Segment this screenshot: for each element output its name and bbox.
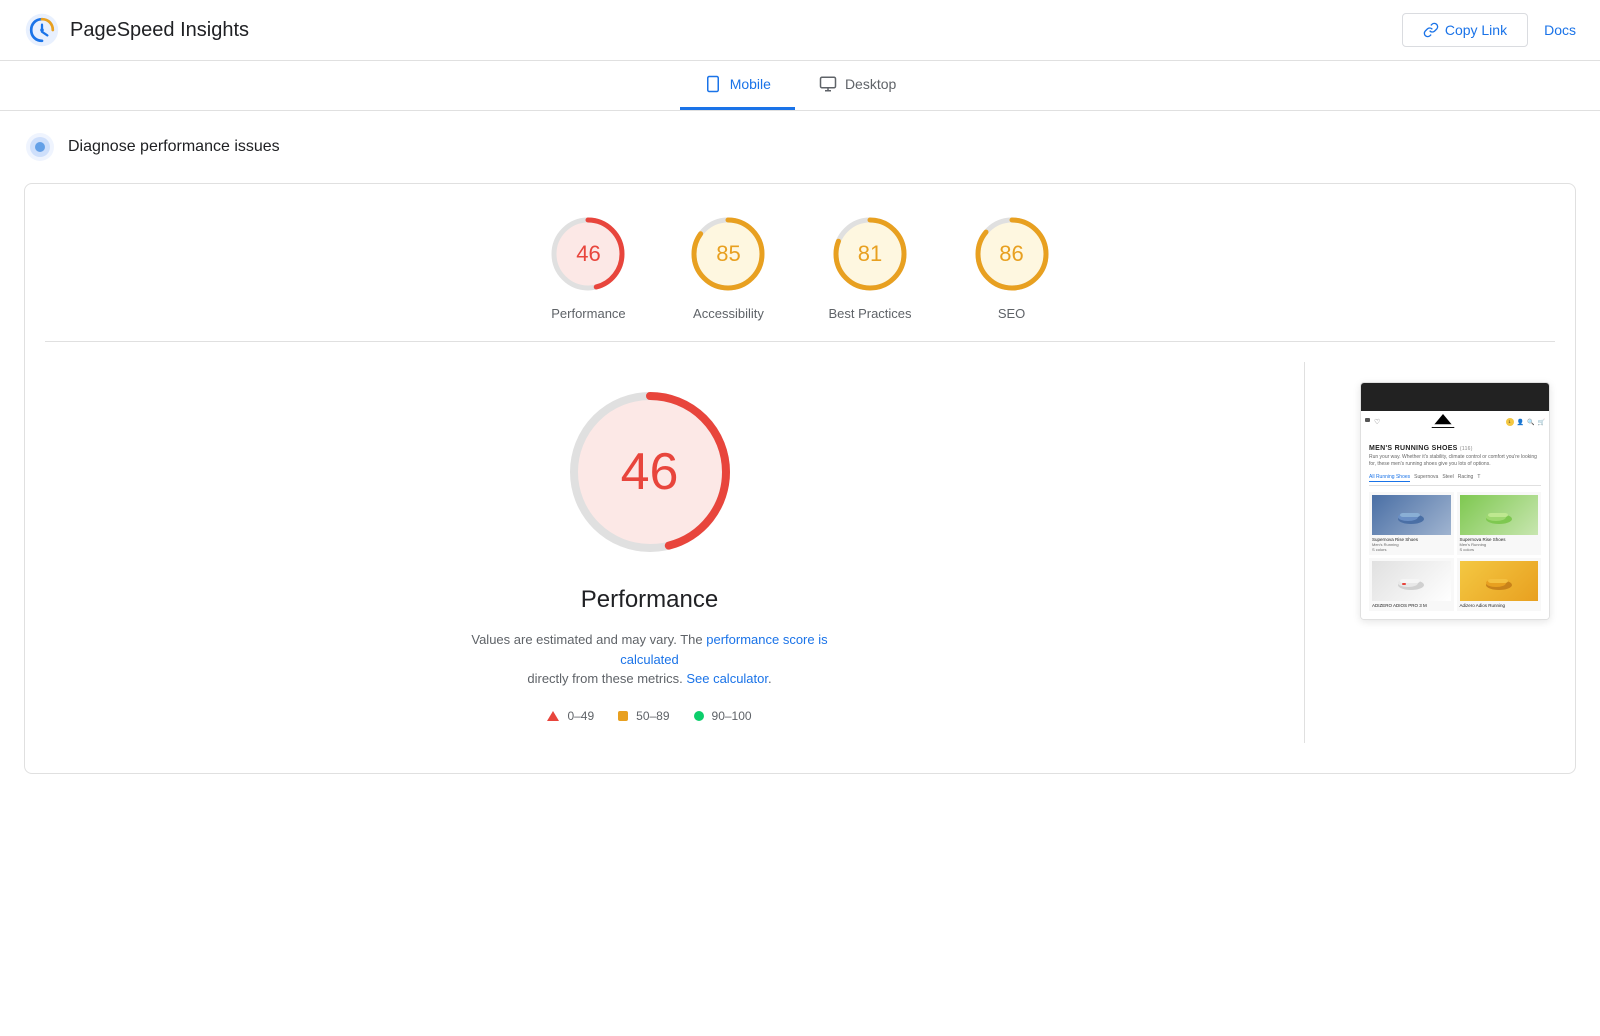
- screenshot-header-bar: [1361, 383, 1549, 411]
- score-item-seo: 86 SEO: [972, 214, 1052, 321]
- see-calculator-link[interactable]: See calculator: [686, 671, 768, 686]
- product-2-image: [1460, 495, 1539, 535]
- screenshot-tab-supernova: Supernova: [1414, 474, 1438, 482]
- screenshot-nav: ♡ 1 👤 🔍 🛒: [1361, 411, 1549, 433]
- performance-label: Performance: [551, 306, 625, 321]
- legend-green: 90–100: [694, 709, 752, 723]
- user-icon: 👤: [1517, 419, 1524, 426]
- adidas-logo: [1431, 414, 1455, 430]
- performance-detail-left: 46 Performance Values are estimated and …: [45, 362, 1254, 743]
- screenshot-nav-right: 1 👤 🔍 🛒: [1506, 418, 1545, 426]
- site-screenshot: ♡ 1 👤 🔍 🛒: [1360, 382, 1550, 620]
- screenshot-product-2: Supernova Rise Shoes Men's Running S col…: [1457, 492, 1542, 555]
- desktop-icon: [819, 75, 837, 93]
- screenshot-product-4: Adizero Adios Running: [1457, 558, 1542, 611]
- search-icon: 🔍: [1527, 419, 1534, 426]
- legend-red: 0–49: [547, 709, 594, 723]
- score-item-performance: 46 Performance: [548, 214, 628, 321]
- app-title: PageSpeed Insights: [70, 19, 249, 42]
- large-performance-circle: 46: [560, 382, 740, 562]
- diagnose-title: Diagnose performance issues: [68, 138, 280, 156]
- legend-orange: 50–89: [618, 709, 669, 723]
- header-left: PageSpeed Insights: [24, 12, 249, 48]
- legend-green-range: 90–100: [712, 709, 752, 723]
- tab-mobile-label: Mobile: [730, 76, 771, 92]
- product-4-image: [1460, 561, 1539, 601]
- copy-link-button[interactable]: Copy Link: [1402, 13, 1528, 47]
- score-item-best-practices: 81 Best Practices: [828, 214, 911, 321]
- screenshot-product-3: ADIZERO ADIOS PRO 3 M: [1369, 558, 1454, 611]
- product-3-image: [1372, 561, 1451, 601]
- link-icon: [1423, 22, 1439, 38]
- product-1-image: [1372, 495, 1451, 535]
- score-item-accessibility: 85 Accessibility: [688, 214, 768, 321]
- tab-desktop-label: Desktop: [845, 76, 896, 92]
- screenshot-tab-more: T: [1477, 474, 1480, 482]
- accessibility-score: 85: [716, 241, 740, 267]
- pagespeed-logo-icon: [24, 12, 60, 48]
- performance-description: Values are estimated and may vary. The p…: [460, 630, 840, 689]
- screenshot-tabs: All Running Shoes Supernova Steel Racing…: [1369, 474, 1541, 486]
- scores-row: 46 Performance 85 Accessibility: [45, 214, 1555, 321]
- diagnose-icon: [24, 131, 56, 163]
- desc-text-2: directly from these metrics.: [527, 671, 682, 686]
- performance-score: 46: [576, 241, 600, 267]
- legend-orange-range: 50–89: [636, 709, 669, 723]
- header: PageSpeed Insights Copy Link Docs: [0, 0, 1600, 61]
- screenshot-area: ♡ 1 👤 🔍 🛒: [1355, 362, 1555, 743]
- screenshot-tab-active: All Running Shoes: [1369, 474, 1410, 482]
- screenshot-tab-steel: Steel: [1442, 474, 1453, 482]
- tabs-container: Mobile Desktop: [0, 61, 1600, 111]
- large-performance-score: 46: [621, 442, 679, 502]
- green-circle-icon: [694, 711, 704, 721]
- copy-link-label: Copy Link: [1445, 22, 1507, 38]
- performance-circle: 46: [548, 214, 628, 294]
- legend-red-range: 0–49: [567, 709, 594, 723]
- product-3-name: ADIZERO ADIOS PRO 3 M: [1372, 603, 1451, 608]
- seo-label: SEO: [998, 306, 1025, 321]
- best-practices-circle: 81: [830, 214, 910, 294]
- product-2-colors: S colors: [1460, 547, 1539, 552]
- header-right: Copy Link Docs: [1402, 13, 1576, 47]
- scores-card: 46 Performance 85 Accessibility: [24, 183, 1576, 774]
- screenshot-page-title: MEN'S RUNNING SHOES (116): [1369, 445, 1541, 452]
- screenshot-products-grid: Supernova Rise Shoes Men's Running S col…: [1369, 492, 1541, 611]
- section-divider: [45, 341, 1555, 342]
- screenshot-nav-left: ♡: [1365, 418, 1380, 426]
- heart-icon: ♡: [1374, 418, 1380, 426]
- mobile-icon: [704, 75, 722, 93]
- main-content: Diagnose performance issues 46 Performan…: [0, 111, 1600, 814]
- accessibility-label: Accessibility: [693, 306, 764, 321]
- accessibility-circle: 85: [688, 214, 768, 294]
- red-triangle-icon: [547, 711, 559, 721]
- screenshot-product-1: Supernova Rise Shoes Men's Running S col…: [1369, 492, 1454, 555]
- screenshot-product-count: (116): [1460, 446, 1473, 452]
- badge-icon: 1: [1506, 418, 1514, 426]
- score-legend: 0–49 50–89 90–100: [547, 709, 751, 723]
- diagnose-header: Diagnose performance issues: [24, 131, 1576, 163]
- screenshot-page-desc: Run your way. Whether it's stability, cl…: [1369, 454, 1541, 468]
- docs-link[interactable]: Docs: [1544, 22, 1576, 38]
- product-1-colors: S colors: [1372, 547, 1451, 552]
- orange-square-icon: [618, 711, 628, 721]
- best-practices-score: 81: [858, 241, 882, 267]
- desc-text-1: Values are estimated and may vary. The: [471, 632, 702, 647]
- tab-mobile[interactable]: Mobile: [680, 61, 795, 110]
- large-performance-title: Performance: [581, 586, 718, 614]
- best-practices-label: Best Practices: [828, 306, 911, 321]
- vertical-divider: [1304, 362, 1305, 743]
- hamburger-icon: [1365, 418, 1370, 422]
- tab-desktop[interactable]: Desktop: [795, 61, 920, 110]
- seo-circle: 86: [972, 214, 1052, 294]
- performance-section: 46 Performance Values are estimated and …: [45, 362, 1555, 743]
- product-4-name: Adizero Adios Running: [1460, 603, 1539, 608]
- cart-icon: 🛒: [1538, 419, 1545, 426]
- seo-score: 86: [999, 241, 1023, 267]
- screenshot-content: MEN'S RUNNING SHOES (116) Run your way. …: [1361, 433, 1549, 619]
- screenshot-tab-racing: Racing: [1458, 474, 1474, 482]
